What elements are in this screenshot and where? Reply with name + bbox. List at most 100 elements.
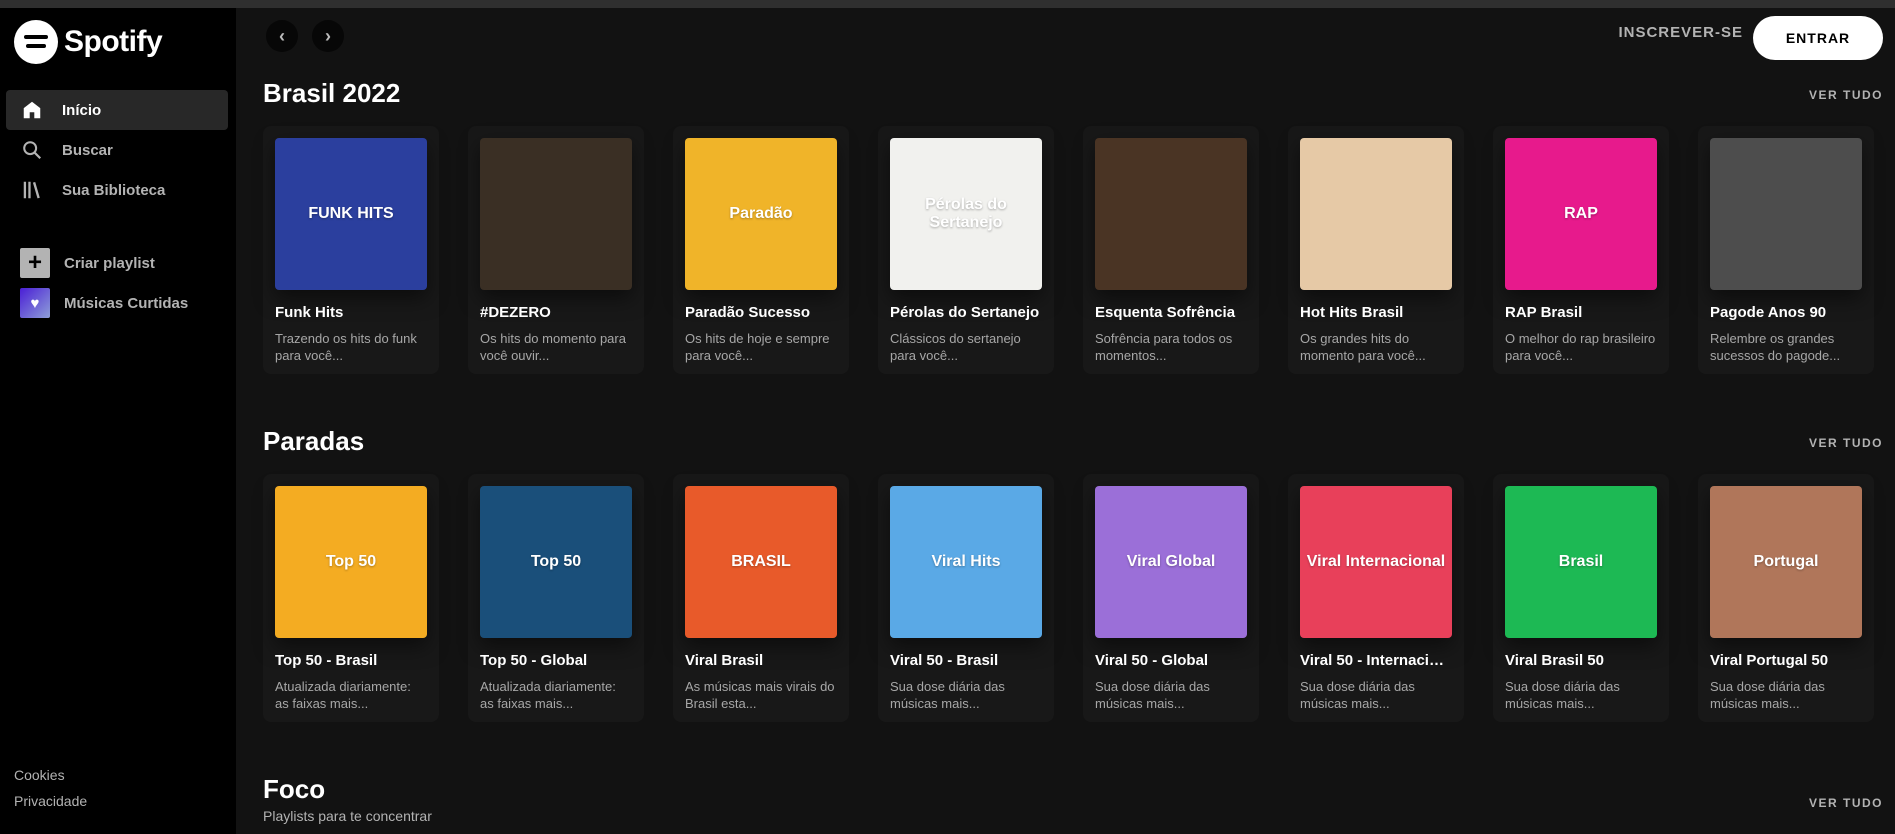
playlist-card[interactable]: Esquenta Sofrência Sofrência para todos o…: [1083, 126, 1259, 374]
playlist-cover: BRASIL: [685, 486, 837, 638]
main-content: Brasil 2022 VER TUDO FUNK HITS Funk Hits Tra…: [236, 64, 1895, 834]
playlist-cover: [1710, 138, 1862, 290]
playlist-card[interactable]: Pérolas do Sertanejo Pérolas do Sertanejo…: [878, 126, 1054, 374]
sidebar-item-library[interactable]: Sua Biblioteca: [6, 170, 228, 210]
playlist-card[interactable]: Viral Hits Viral 50 - Brasil Sua dose diár…: [878, 474, 1054, 722]
section-title[interactable]: Paradas: [263, 426, 364, 457]
card-description: Sua dose diária das músicas mais...: [1300, 679, 1415, 711]
spotify-logo[interactable]: Spotify: [14, 20, 163, 64]
logo-text: Spotify: [64, 25, 163, 58]
playlist-card[interactable]: Paradão Paradão Sucesso Os hits de hoje e …: [673, 126, 849, 374]
plus-icon: +: [20, 248, 50, 278]
cookies-link[interactable]: Cookies: [14, 762, 87, 788]
cover-text: Top 50: [530, 553, 582, 570]
card-description: Atualizada diariamente: as faixas mais..…: [480, 679, 616, 711]
cover-text: Paradão: [729, 205, 793, 222]
playlist-card[interactable]: Portugal Viral Portugal 50 Sua dose diária…: [1698, 474, 1874, 722]
main-nav: Início Buscar Sua Biblioteca: [6, 90, 228, 210]
see-all-link[interactable]: VER TUDO: [1809, 88, 1883, 102]
liked-songs-label: Músicas Curtidas: [64, 294, 189, 312]
forward-button[interactable]: ›: [312, 20, 344, 52]
playlist-card[interactable]: FUNK HITS Funk Hits Trazendo os hits do fu…: [263, 126, 439, 374]
playlist-cover: Top 50: [480, 486, 632, 638]
playlist-cover: FUNK HITS: [275, 138, 427, 290]
sidebar-item-label: Início: [62, 101, 102, 119]
card-description: Sua dose diária das músicas mais...: [1505, 679, 1620, 711]
sidebar-item-label: Sua Biblioteca: [62, 181, 166, 199]
playlist-card[interactable]: Pagode Anos 90 Relembre os grandes sucess…: [1698, 126, 1874, 374]
playlist-card[interactable]: Hot Hits Brasil Os grandes hits do moment…: [1288, 126, 1464, 374]
spotify-logo-icon: [14, 20, 58, 64]
liked-songs-button[interactable]: ♥ Músicas Curtidas: [6, 283, 228, 323]
playlist-card[interactable]: Viral Internacional Viral 50 - Internacio…: [1288, 474, 1464, 722]
see-all-link[interactable]: VER TUDO: [1809, 436, 1883, 450]
sidebar: Spotify Início Buscar Sua Biblioteca + C…: [0, 8, 236, 834]
card-description: Trazendo os hits do funk para você...: [275, 331, 417, 363]
card-description: Os grandes hits do momento para você...: [1300, 331, 1426, 363]
playlist-card[interactable]: RAP RAP Brasil O melhor do rap brasileiro …: [1493, 126, 1669, 374]
playlist-cover: Top 50: [275, 486, 427, 638]
card-title: Hot Hits Brasil: [1300, 304, 1404, 321]
heart-icon: ♥: [20, 288, 50, 318]
search-icon: [20, 138, 44, 162]
card-title: Pagode Anos 90: [1710, 304, 1827, 321]
card-description: O melhor do rap brasileiro para você...: [1505, 331, 1656, 363]
card-title: #DEZERO: [480, 304, 551, 321]
cover-text: Portugal: [1753, 553, 1819, 570]
see-all-link[interactable]: VER TUDO: [1809, 796, 1883, 810]
card-title: RAP Brasil: [1505, 304, 1583, 321]
playlist-cover: Pérolas do Sertanejo: [890, 138, 1042, 290]
top-bar: ‹ › INSCREVER-SE ENTRAR: [236, 8, 1895, 64]
back-button[interactable]: ‹: [266, 20, 298, 52]
card-description: Sua dose diária das músicas mais...: [1095, 679, 1210, 711]
create-playlist-button[interactable]: + Criar playlist: [6, 243, 228, 283]
card-description: Sua dose diária das músicas mais...: [890, 679, 1005, 711]
playlist-card[interactable]: Viral Global Viral 50 - Global Sua dose di…: [1083, 474, 1259, 722]
card-description: Sofrência para todos os momentos...: [1095, 331, 1233, 363]
playlist-cover: Portugal: [1710, 486, 1862, 638]
playlist-card[interactable]: Top 50 Top 50 - Brasil Atualizada diariame…: [263, 474, 439, 722]
signup-button[interactable]: INSCREVER-SE: [1618, 24, 1743, 41]
playlist-cover: Viral Global: [1095, 486, 1247, 638]
cover-text: FUNK HITS: [308, 205, 394, 222]
card-description: As músicas mais virais do Brasil esta...: [685, 679, 835, 711]
cover-text: Brasil: [1558, 553, 1604, 570]
cover-text: BRASIL: [731, 553, 791, 570]
playlist-cover: [1095, 138, 1247, 290]
cover-text: Top 50: [325, 553, 377, 570]
privacy-link[interactable]: Privacidade: [14, 788, 87, 814]
chevron-right-icon: ›: [325, 25, 331, 46]
sidebar-item-home[interactable]: Início: [6, 90, 228, 130]
card-description: Os hits de hoje e sempre para você...: [685, 331, 830, 363]
sidebar-item-search[interactable]: Buscar: [6, 130, 228, 170]
card-title: Viral Portugal 50: [1710, 652, 1829, 669]
cover-text: Pérolas do Sertanejo: [925, 196, 1007, 231]
home-icon: [20, 98, 44, 122]
cover-text: Viral Global: [1126, 553, 1216, 570]
playlist-cover: [480, 138, 632, 290]
card-title: Esquenta Sofrência: [1095, 304, 1236, 321]
card-title: Viral Brasil 50: [1505, 652, 1604, 669]
cover-text: Viral Internacional: [1306, 553, 1446, 570]
playlist-card[interactable]: BRASIL Viral Brasil As músicas mais virais…: [673, 474, 849, 722]
card-title: Funk Hits: [275, 304, 344, 321]
playlist-cover: Paradão: [685, 138, 837, 290]
card-title: Pérolas do Sertanejo: [890, 304, 1040, 321]
card-title: Viral 50 - Internacional: [1300, 652, 1452, 669]
playlist-card[interactable]: Top 50 Top 50 - Global Atualizada diariame…: [468, 474, 644, 722]
playlist-card[interactable]: Brasil Viral Brasil 50 Sua dose diária das…: [1493, 474, 1669, 722]
card-title: Viral 50 - Brasil: [890, 652, 999, 669]
login-button[interactable]: ENTRAR: [1753, 16, 1883, 60]
card-description: Atualizada diariamente: as faixas mais..…: [275, 679, 411, 711]
sidebar-footer: Cookies Privacidade: [14, 762, 87, 814]
playlist-cover: Viral Hits: [890, 486, 1042, 638]
playlist-card[interactable]: #DEZERO Os hits do momento para você ouvi…: [468, 126, 644, 374]
section-title[interactable]: Brasil 2022: [263, 78, 400, 109]
playlist-cover: RAP: [1505, 138, 1657, 290]
sidebar-item-label: Buscar: [62, 141, 113, 159]
card-description: Clássicos do sertanejo para você...: [890, 331, 1021, 363]
section-title[interactable]: Foco: [263, 774, 325, 805]
card-title: Viral 50 - Global: [1095, 652, 1209, 669]
card-description: Os hits do momento para você ouvir...: [480, 331, 626, 363]
playlist-cover: Brasil: [1505, 486, 1657, 638]
